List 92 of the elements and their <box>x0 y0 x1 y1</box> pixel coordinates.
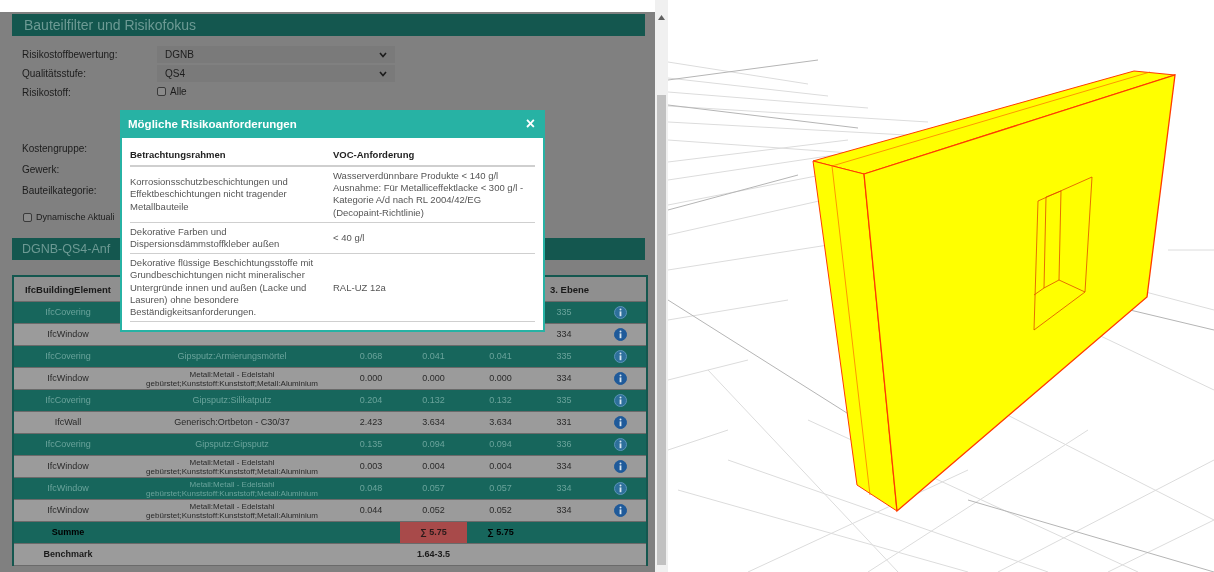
column-header: VOC-Anforderung <box>333 149 416 160</box>
table-cell-text: 0.057 <box>488 482 513 495</box>
chevron-icon <box>379 51 387 58</box>
table-cell-text: 3.634 <box>488 416 513 429</box>
table-cell-text: 334 <box>555 372 573 385</box>
dropdown[interactable]: DGNB <box>157 46 395 63</box>
table-cell-text: 0.052 <box>488 504 513 517</box>
table-cell-text: IfcCovering <box>44 438 92 451</box>
table-cell-text: 0.000 <box>421 372 446 385</box>
scrollbar[interactable] <box>655 0 668 572</box>
table-cell-text: 0.048 <box>358 482 384 495</box>
table-cell-text: Benchmark <box>42 548 94 561</box>
table-cell-text: 331 <box>555 416 573 429</box>
table-cell-text: 0.204 <box>358 394 384 407</box>
table-cell-text: IfcWindow <box>46 504 90 517</box>
table-cell-text: 334 <box>555 328 573 341</box>
column-header: 3. Ebene <box>549 283 591 295</box>
table-cell-text: 334 <box>555 482 573 495</box>
field-label: Risikostoff: <box>22 86 72 100</box>
info-icon[interactable] <box>613 504 627 517</box>
table-cell-text: 0.041 <box>488 350 513 363</box>
table-cell-text: 336 <box>555 438 573 451</box>
table-cell-text: Gipsputz:Gipsputz <box>194 438 270 451</box>
table-cell-text: IfcCovering <box>44 350 92 363</box>
info-icon[interactable] <box>613 328 627 341</box>
column-header: Betrachtungsrahmen <box>130 149 227 160</box>
section-header: Bauteilfilter und Risikofokus <box>12 14 645 36</box>
column-header: IfcBuildingElement <box>23 283 112 295</box>
table-cell-text: Metall:Metall - Edelstahl gebürstet;Kunststoff:Kunststoff;Metall:Aluminium <box>145 456 319 477</box>
table-cell-text: Summe <box>50 526 86 539</box>
table-cell-text: IfcWindow <box>46 460 90 473</box>
table-cell-text: IfcWall <box>53 416 83 429</box>
table-cell-text: 0.094 <box>488 438 513 451</box>
info-icon[interactable] <box>613 438 627 451</box>
table-cell-text: 0.135 <box>358 438 384 451</box>
table-cell-text: 0.000 <box>488 372 513 385</box>
table-cell-text: Gipsputz:Silikatputz <box>191 394 273 407</box>
table-cell-text: 0.057 <box>421 482 446 495</box>
checkbox-label: Dynamische Aktuali <box>36 212 115 222</box>
table-cell-text: 0.132 <box>421 394 446 407</box>
info-icon[interactable] <box>613 394 627 407</box>
dropdown[interactable]: QS4 <box>157 65 395 82</box>
close-button[interactable]: × <box>523 116 537 132</box>
table-cell-text: Gipsputz:Armierungsmörtel <box>176 350 288 363</box>
info-icon[interactable] <box>613 350 627 363</box>
field-label: Gewerk: <box>22 163 61 177</box>
table-cell-text: 0.132 <box>488 394 513 407</box>
table-cell-text: RAL-UZ 12a <box>333 281 387 294</box>
info-icon[interactable] <box>613 306 627 319</box>
table-cell-text: 0.000 <box>358 372 384 385</box>
table-cell-text: IfcCovering <box>44 394 92 407</box>
table-cell-text: IfcWindow <box>46 328 90 341</box>
table-cell-text: 2.423 <box>358 416 384 429</box>
table-cell-text: 335 <box>555 350 573 363</box>
table-cell-text: IfcWindow <box>46 482 90 495</box>
table-cell-text: 1.64-3.5 <box>416 548 451 561</box>
table-cell-text: Wasserverdünnbare Produkte < 140 g/l Ausnahme: Für Metalliceffektlacke < 300 g/l - Kategorie A/d nach RL 2004/42/EG (Decopaint-Richtlinie) <box>333 170 525 219</box>
info-icon[interactable] <box>613 372 627 385</box>
info-icon[interactable] <box>613 460 627 473</box>
table-cell-text: 334 <box>555 460 573 473</box>
checkbox-label: Alle <box>170 87 187 97</box>
table-cell-text: 0.068 <box>358 350 384 363</box>
table-cell-text: Generisch:Ortbeton - C30/37 <box>173 416 291 429</box>
table-cell-text: 0.044 <box>358 504 384 517</box>
table-cell-text: 334 <box>555 504 573 517</box>
table-cell-text: 3.634 <box>421 416 446 429</box>
table-cell-text: ∑ 5.75 <box>486 526 515 539</box>
table-cell-text: Metall:Metall - Edelstahl gebürstet;Kunststoff:Kunststoff;Metall:Aluminium <box>145 478 319 499</box>
table-cell-text: Metall:Metall - Edelstahl gebürstet;Kunststoff:Kunststoff;Metall:Aluminium <box>145 500 319 521</box>
table-cell-text: Korrosionsschutzbeschichtungen und Effektbeschichtungen nicht tragender Metallbauteile <box>130 176 289 213</box>
field-label: Risikostoffbewertung: <box>22 48 119 62</box>
table-cell-text: Dekorative flüssige Beschichtungsstoffe mit Grundbeschichtungen nicht mineralischer Untergründe innen und außen (Lacke und Lasuren) ohne besondere Beständigkeitsanforderungen. <box>130 257 315 319</box>
modal-title: Mögliche Risikoanforderungen <box>128 118 297 130</box>
info-icon[interactable] <box>613 482 627 495</box>
table-cell-text: Metall:Metall - Edelstahl gebürstet;Kunststoff:Kunststoff;Metall:Aluminium <box>145 368 319 389</box>
table-cell-text: 0.003 <box>358 460 384 473</box>
table-cell-text: 335 <box>555 394 573 407</box>
table-cell-text: 0.004 <box>488 460 513 473</box>
checkbox[interactable] <box>157 87 166 96</box>
field-label: Qualitätsstufe: <box>22 67 87 81</box>
table-cell-text: IfcCovering <box>44 306 92 319</box>
info-icon[interactable] <box>613 416 627 429</box>
table-cell-text: 335 <box>555 306 573 319</box>
table-cell: ∑ 5.75 <box>400 522 467 543</box>
table-cell-text: 0.004 <box>421 460 446 473</box>
table-cell-text: 0.052 <box>421 504 446 517</box>
arrow-up-icon[interactable] <box>658 15 665 20</box>
checkbox[interactable] <box>23 212 32 222</box>
chevron-icon <box>379 70 387 77</box>
table-cell-text: IfcWindow <box>46 372 90 385</box>
table-cell-text: 0.041 <box>421 350 446 363</box>
table-cell-text: 0.094 <box>421 438 446 451</box>
